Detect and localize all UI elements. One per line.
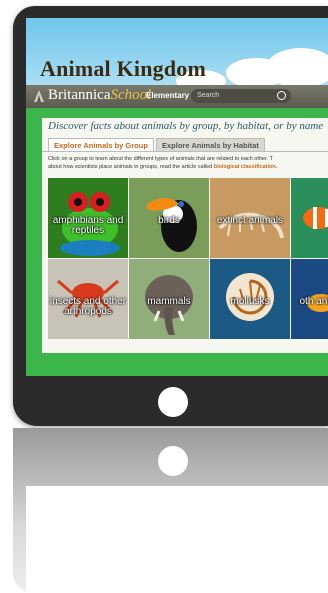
britannica-logo-icon — [34, 90, 44, 102]
tablet-screen: Animal Kingdom BritannicaSchool Elementa… — [26, 18, 328, 376]
page-subtitle: Discover facts about animals by group, b… — [48, 120, 324, 132]
search-input[interactable]: Search — [191, 89, 291, 103]
group-label: mammals — [147, 296, 191, 307]
screen-reflection — [26, 486, 328, 593]
group-label: mollusks — [230, 296, 270, 307]
description-line-1: Click on a group to learn about the diff… — [48, 156, 273, 162]
brand-name: Britannica — [48, 87, 111, 103]
animal-group-grid: amphibians and reptiles birds extinct an… — [48, 178, 328, 341]
group-tile-insects[interactable]: insects and other arthropods — [48, 259, 128, 339]
group-label: birds — [158, 215, 180, 226]
group-tile-extinct[interactable]: extinct animals — [210, 178, 290, 258]
tab-explore-by-habitat[interactable]: Explore Animals by Habitat — [156, 138, 265, 152]
group-tile-other[interactable]: oth ani — [291, 259, 328, 339]
home-button[interactable] — [158, 387, 188, 417]
cloud — [266, 48, 328, 88]
tab-divider — [42, 151, 328, 152]
group-tile-birds[interactable]: birds — [129, 178, 209, 258]
group-label: oth ani — [299, 296, 328, 307]
group-tile-mammals[interactable]: mammals — [129, 259, 209, 339]
classification-link[interactable]: biological classification. — [214, 164, 278, 170]
tab-explore-by-group[interactable]: Explore Animals by Group — [48, 138, 154, 152]
content-panel: Discover facts about animals by group, b… — [42, 118, 328, 353]
home-button-reflection — [158, 446, 188, 476]
search-placeholder: Search — [197, 92, 220, 99]
brand-logo[interactable]: BritannicaSchool — [48, 87, 151, 104]
clownfish-icon — [291, 178, 328, 258]
description-line-2: about how scientists place animals in gr… — [48, 164, 213, 170]
search-icon[interactable] — [277, 91, 286, 100]
group-tile-amphibians[interactable]: amphibians and reptiles — [48, 178, 128, 258]
page-title: Animal Kingdom — [40, 56, 206, 81]
group-label: insects and other arthropods — [49, 296, 127, 317]
group-tile-mollusks[interactable]: mollusks — [210, 259, 290, 339]
group-label: amphibians and reptiles — [52, 215, 124, 236]
britannica-header-bar: BritannicaSchool Elementary Search — [26, 85, 328, 108]
tablet-reflection — [13, 428, 328, 593]
level-label: Elementary — [146, 91, 190, 100]
group-label: extinct animals — [216, 215, 284, 226]
group-tile-fish[interactable] — [291, 178, 328, 258]
description-text: Click on a group to learn about the diff… — [48, 155, 328, 171]
